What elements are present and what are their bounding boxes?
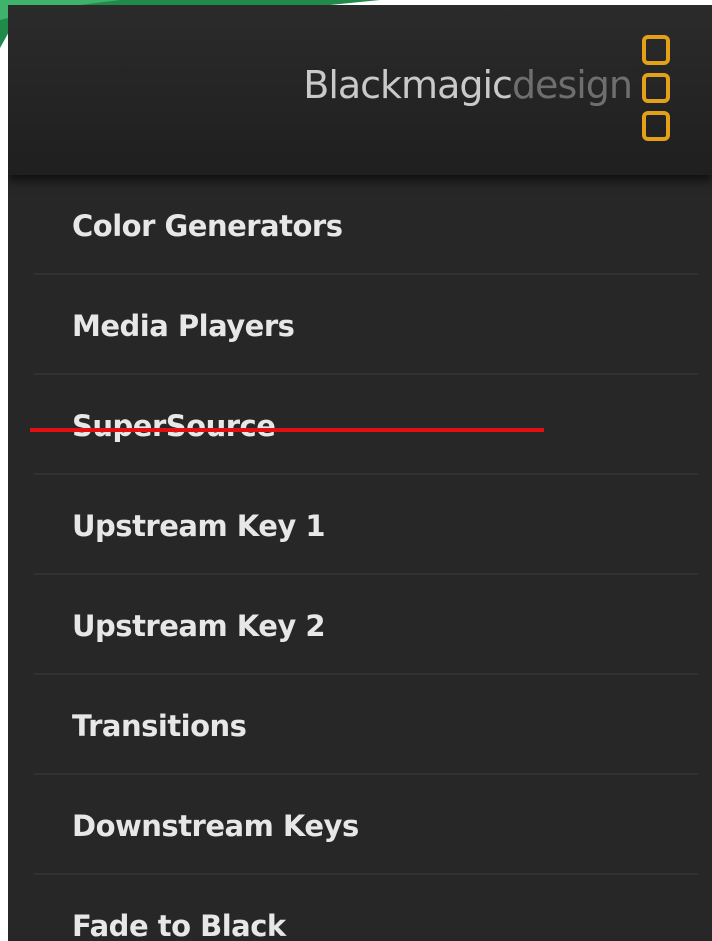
menu-list: Color Generators Media Players SuperSour… xyxy=(8,175,712,941)
red-strikethrough-line xyxy=(30,428,544,432)
brand-logo-text: Blackmagicdesign xyxy=(303,63,633,107)
brand-name-main: Blackmagic xyxy=(303,63,513,107)
menu-item-downstream-keys[interactable]: Downstream Keys xyxy=(34,775,698,875)
panel-header: Blackmagicdesign xyxy=(8,5,712,175)
menu-item-label: SuperSource xyxy=(72,409,276,443)
screenshot-frame: Blackmagicdesign Color Generators Media … xyxy=(0,0,712,941)
brand-name-sub: design xyxy=(511,63,633,107)
menu-item-label: Upstream Key 1 xyxy=(72,509,326,543)
menu-item-label: Media Players xyxy=(72,309,295,343)
menu-item-color-generators[interactable]: Color Generators xyxy=(34,175,698,275)
menu-item-upstream-key-2[interactable]: Upstream Key 2 xyxy=(34,575,698,675)
three-stacked-squares-icon xyxy=(642,35,672,141)
settings-panel: Blackmagicdesign Color Generators Media … xyxy=(8,5,712,941)
menu-item-transitions[interactable]: Transitions xyxy=(34,675,698,775)
menu-item-fade-to-black[interactable]: Fade to Black xyxy=(34,875,698,941)
menu-item-label: Upstream Key 2 xyxy=(72,609,326,643)
menu-item-label: Downstream Keys xyxy=(72,809,359,843)
menu-item-upstream-key-1[interactable]: Upstream Key 1 xyxy=(34,475,698,575)
menu-item-media-players[interactable]: Media Players xyxy=(34,275,698,375)
menu-item-label: Color Generators xyxy=(72,209,343,243)
menu-item-label: Transitions xyxy=(72,709,247,743)
menu-item-label: Fade to Black xyxy=(72,909,286,941)
menu-item-supersource[interactable]: SuperSource xyxy=(34,375,698,475)
